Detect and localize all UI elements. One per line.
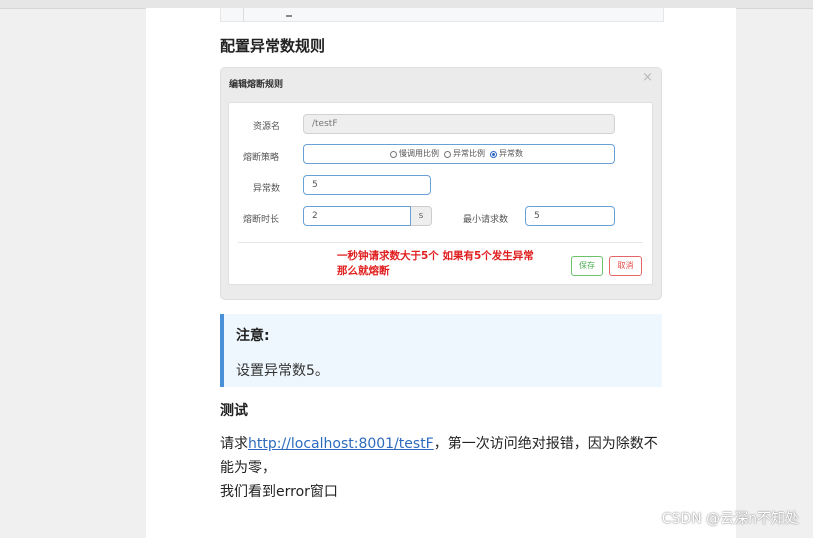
strategy-option-slow-ratio[interactable]: 慢调用比例: [390, 145, 439, 163]
edit-circuit-breaker-modal: 编辑熔断规则 × 资源名 /testF 熔断策略 慢调用比例 异常比例 异常数: [220, 67, 662, 300]
strategy-option-label: 异常数: [499, 149, 523, 158]
min-requests-input[interactable]: 5: [525, 206, 615, 226]
note-box: 注意: 设置异常数5。: [220, 314, 662, 387]
section-heading-rules: 配置异常数规则: [220, 37, 326, 55]
modal-title: 编辑熔断规则: [229, 80, 284, 90]
red-annotation: 一秒钟请求数大于5个 如果有5个发生异常 那么就熔断: [337, 249, 534, 279]
note-text: 设置异常数5。: [236, 363, 329, 379]
test-paragraph: 请求http://localhost:8001/testF，第一次访问绝对报错，…: [220, 432, 670, 504]
article-page: 配置异常数规则 编辑熔断规则 × 资源名 /testF 熔断策略 慢调用比例 异…: [146, 8, 736, 538]
exception-count-input[interactable]: 5: [303, 175, 431, 195]
annotation-line: 一秒钟请求数大于5个 如果有5个发生异常: [337, 250, 534, 262]
strategy-label: 熔断策略: [243, 153, 280, 163]
test-url-link[interactable]: http://localhost:8001/testF: [248, 436, 434, 452]
code-glyph: [286, 10, 292, 17]
cancel-button[interactable]: 取消: [609, 256, 642, 276]
strategy-option-error-count[interactable]: 异常数: [490, 145, 523, 163]
para-prefix: 请求: [220, 436, 248, 452]
strategy-option-error-ratio[interactable]: 异常比例: [444, 145, 485, 163]
strategy-option-label: 异常比例: [453, 149, 485, 158]
strategy-radio-group: 慢调用比例 异常比例 异常数: [303, 144, 615, 164]
strategy-option-label: 慢调用比例: [399, 149, 439, 158]
exception-count-label: 异常数: [253, 184, 281, 194]
modal-form: 资源名 /testF 熔断策略 慢调用比例 异常比例 异常数 异常数 5 熔断时…: [228, 102, 653, 285]
resource-label: 资源名: [253, 122, 281, 132]
close-icon[interactable]: ×: [642, 70, 653, 85]
min-requests-label: 最小请求数: [463, 215, 509, 225]
note-title: 注意:: [236, 328, 270, 344]
duration-unit: s: [411, 206, 432, 226]
form-divider: [238, 242, 643, 243]
save-button[interactable]: 保存: [571, 256, 603, 276]
radio-icon: [390, 150, 397, 158]
duration-input[interactable]: 2: [303, 206, 411, 226]
code-gutter: [229, 8, 244, 21]
section-heading-test: 测试: [220, 403, 248, 419]
radio-checked-icon: [490, 150, 497, 158]
para-line2: 我们看到error窗口: [220, 484, 338, 500]
annotation-line: 那么就熔断: [337, 265, 390, 277]
csdn-watermark: CSDN @云深n不知处: [661, 511, 799, 527]
code-block-remnant: [220, 8, 664, 22]
resource-input[interactable]: /testF: [303, 114, 615, 134]
duration-label: 熔断时长: [243, 215, 280, 225]
radio-icon: [444, 150, 451, 158]
